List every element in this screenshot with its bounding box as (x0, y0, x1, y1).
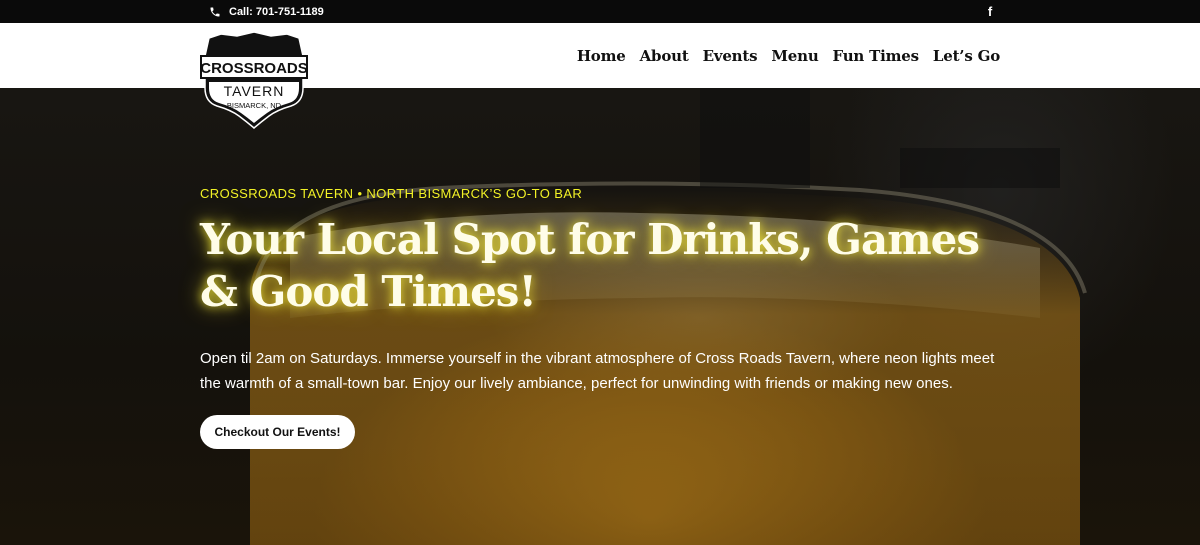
site-logo[interactable]: CROSSROADS TAVERN - BISMARCK, ND - (199, 30, 309, 130)
nav-menu[interactable]: Menu (771, 47, 818, 65)
checkout-events-button[interactable]: Checkout Our Events! (200, 415, 355, 449)
nav-events[interactable]: Events (703, 47, 758, 65)
top-bar: Call: 701-751-1189 f (0, 0, 1200, 23)
site-header: Home About Events Menu Fun Times Let’s G… (0, 23, 1200, 88)
nav-about[interactable]: About (640, 47, 689, 65)
nav-lets-go[interactable]: Let’s Go (933, 47, 1000, 65)
hero-eyebrow: CROSSROADS TAVERN • NORTH BISMARCK’S GO-… (200, 186, 583, 201)
main-nav: Home About Events Menu Fun Times Let’s G… (577, 45, 1000, 67)
hero-intro: Open til 2am on Saturdays. Immerse yours… (200, 350, 995, 392)
shield-logo-icon: CROSSROADS TAVERN - BISMARCK, ND - (200, 31, 308, 129)
nav-fun-times[interactable]: Fun Times (833, 47, 920, 65)
logo-line2: TAVERN (224, 83, 285, 99)
hero-section: CROSSROADS TAVERN • NORTH BISMARCK’S GO-… (0, 88, 1200, 545)
logo-line1: CROSSROADS (200, 60, 308, 77)
phone-link[interactable]: Call: 701-751-1189 (209, 5, 324, 19)
nav-home[interactable]: Home (577, 47, 626, 65)
logo-line3: - BISMARCK, ND - (222, 101, 286, 110)
phone-icon (210, 7, 220, 17)
facebook-icon[interactable]: f (985, 4, 995, 19)
phone-label: Call: 701-751-1189 (229, 6, 324, 18)
hero-headline: Your Local Spot for Drinks, Games & Good… (200, 215, 980, 316)
